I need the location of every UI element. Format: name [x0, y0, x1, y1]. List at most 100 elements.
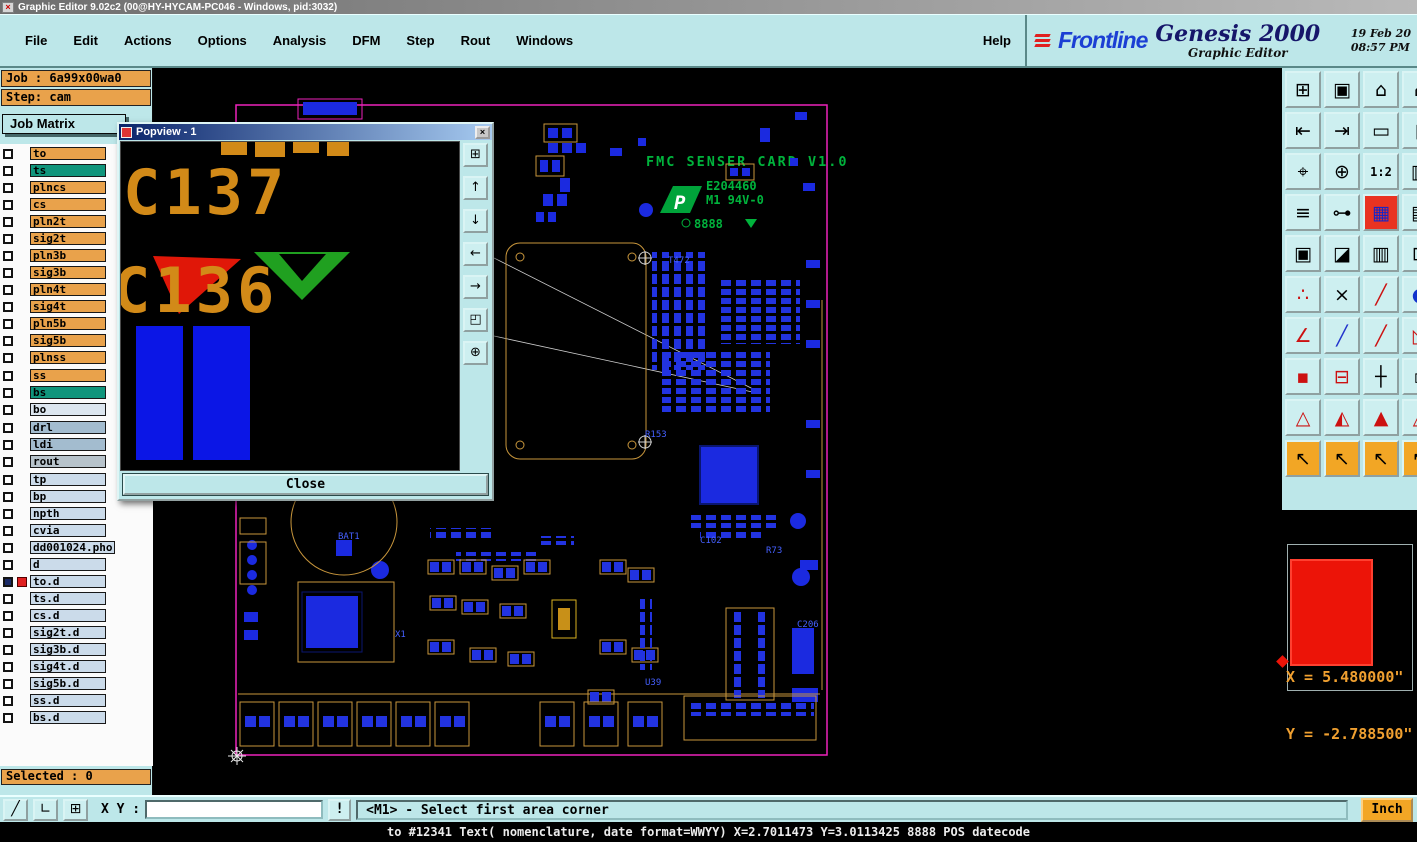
layer-label[interactable]: plncs: [30, 181, 106, 194]
xy-input[interactable]: [145, 800, 324, 819]
layer-label[interactable]: bs: [30, 386, 106, 399]
layer-checkbox[interactable]: [3, 165, 13, 176]
layer-row[interactable]: bs.d: [0, 711, 153, 724]
layer-label[interactable]: plnss: [30, 351, 106, 364]
layer-label[interactable]: dd001024.pho: [30, 541, 116, 554]
layer-checkbox[interactable]: [3, 576, 13, 587]
layer-checkbox[interactable]: [3, 644, 13, 655]
layer-checkbox[interactable]: [3, 661, 13, 672]
toolbar-button[interactable]: ⌂: [1363, 71, 1399, 108]
window-titlebar[interactable]: × Graphic Editor 9.02c2 (00@HY-HYCAM-PC0…: [0, 0, 1417, 14]
toolbar-button[interactable]: ∴: [1285, 276, 1321, 313]
layer-checkbox[interactable]: [3, 148, 13, 159]
layer-label[interactable]: pln2t: [30, 215, 106, 228]
toolbar-button[interactable]: ⊡: [1402, 235, 1417, 272]
layer-checkbox[interactable]: [3, 439, 13, 450]
layer-label[interactable]: bs.d: [30, 711, 106, 724]
toolbar-button[interactable]: ◪: [1324, 235, 1360, 272]
layer-checkbox[interactable]: [3, 474, 13, 485]
popview-titlebar[interactable]: Popview - 1 ×: [119, 124, 492, 140]
toolbar-button[interactable]: ▫: [1402, 358, 1417, 395]
toolbar-button[interactable]: ⊟: [1324, 358, 1360, 395]
layer-label[interactable]: sig3b: [30, 266, 106, 279]
toolbar-button[interactable]: ▭: [1363, 112, 1399, 149]
menu-item[interactable]: DFM: [339, 29, 393, 52]
alert-button[interactable]: !: [328, 798, 352, 821]
layer-row[interactable]: npth: [0, 507, 153, 520]
layer-checkbox[interactable]: [3, 216, 13, 227]
layer-label[interactable]: npth: [30, 507, 106, 520]
popview-tool-button[interactable]: ◰: [463, 308, 488, 332]
toolbar-button[interactable]: △: [1402, 399, 1417, 436]
toolbar-button[interactable]: ↖: [1363, 440, 1399, 477]
layer-checkbox[interactable]: [3, 542, 13, 553]
layer-checkbox[interactable]: [3, 491, 13, 502]
toolbar-button[interactable]: ↖: [1402, 440, 1417, 477]
layer-label[interactable]: drl: [30, 421, 106, 434]
layer-checkbox[interactable]: [3, 712, 13, 723]
layer-label[interactable]: sig2t.d: [30, 626, 106, 639]
layer-checkbox[interactable]: [3, 593, 13, 604]
toolbar-button[interactable]: ⇤: [1285, 112, 1321, 149]
layer-label[interactable]: ss: [30, 369, 106, 382]
popview-tool-button[interactable]: ⊕: [463, 341, 488, 365]
toolbar-button[interactable]: ▯: [1402, 112, 1417, 149]
layer-label[interactable]: sig4t.d: [30, 660, 106, 673]
toolbar-button[interactable]: ▤: [1402, 194, 1417, 231]
layer-row[interactable]: cs.d: [0, 609, 153, 622]
toolbar-button[interactable]: ∠: [1285, 317, 1321, 354]
layer-checkbox[interactable]: [3, 627, 13, 638]
job-matrix-button[interactable]: Job Matrix: [2, 114, 126, 134]
toolbar-button[interactable]: ╱: [1324, 317, 1360, 354]
toolbar-button[interactable]: ●: [1402, 276, 1417, 313]
layer-checkbox[interactable]: [3, 387, 13, 398]
layer-label[interactable]: pln5b: [30, 317, 106, 330]
toolbar-button[interactable]: ↖: [1285, 440, 1321, 477]
toolbar-button[interactable]: ◺: [1402, 317, 1417, 354]
layer-label[interactable]: bo: [30, 403, 106, 416]
popview-zoom-view[interactable]: C137 C136: [120, 141, 460, 471]
toolbar-button[interactable]: ▣: [1324, 71, 1360, 108]
toolbar-button[interactable]: ▪: [1285, 358, 1321, 395]
layer-label[interactable]: sig5b: [30, 334, 106, 347]
layer-checkbox[interactable]: [3, 352, 13, 363]
layer-row[interactable]: sig2t.d: [0, 626, 153, 639]
layer-label[interactable]: sig5b.d: [30, 677, 106, 690]
layer-checkbox[interactable]: [3, 678, 13, 689]
popview-tool-button[interactable]: ↓: [463, 209, 488, 233]
toolbar-button[interactable]: ▲: [1363, 399, 1399, 436]
layer-checkbox[interactable]: [3, 695, 13, 706]
layer-checkbox[interactable]: [3, 508, 13, 519]
layer-row[interactable]: d: [0, 558, 153, 571]
layer-checkbox[interactable]: [3, 456, 13, 467]
layer-label[interactable]: ts.d: [30, 592, 106, 605]
menu-item[interactable]: Actions: [111, 29, 185, 52]
layer-row[interactable]: sig3b.d: [0, 643, 153, 656]
menu-item[interactable]: Rout: [448, 29, 504, 52]
toolbar-button[interactable]: ▥: [1363, 235, 1399, 272]
toolbar-button[interactable]: ⊶: [1324, 194, 1360, 231]
popview-close-icon[interactable]: ×: [475, 125, 490, 139]
layer-checkbox[interactable]: [3, 301, 13, 312]
layer-label[interactable]: pln3b: [30, 249, 106, 262]
menu-item[interactable]: Options: [185, 29, 260, 52]
layer-checkbox[interactable]: [3, 267, 13, 278]
toolbar-button[interactable]: ⇥: [1324, 112, 1360, 149]
toolbar-button[interactable]: 1:2: [1363, 153, 1399, 190]
layer-checkbox[interactable]: [3, 404, 13, 415]
layer-label[interactable]: sig2t: [30, 232, 106, 245]
layer-label[interactable]: ss.d: [30, 694, 106, 707]
menu-help[interactable]: Help: [983, 33, 1011, 48]
layer-checkbox[interactable]: [3, 559, 13, 570]
window-close-icon[interactable]: ×: [2, 1, 14, 13]
layer-label[interactable]: cvia: [30, 524, 106, 537]
toolbar-button[interactable]: ⊕: [1324, 153, 1360, 190]
layer-checkbox[interactable]: [3, 318, 13, 329]
popview-tool-button[interactable]: →: [463, 275, 488, 299]
toolbar-button[interactable]: ┼: [1363, 358, 1399, 395]
layer-checkbox[interactable]: [3, 250, 13, 261]
layer-label[interactable]: bp: [30, 490, 106, 503]
measure-line-icon[interactable]: ╱: [3, 798, 28, 821]
layer-label[interactable]: cs: [30, 198, 106, 211]
layer-checkbox[interactable]: [3, 610, 13, 621]
